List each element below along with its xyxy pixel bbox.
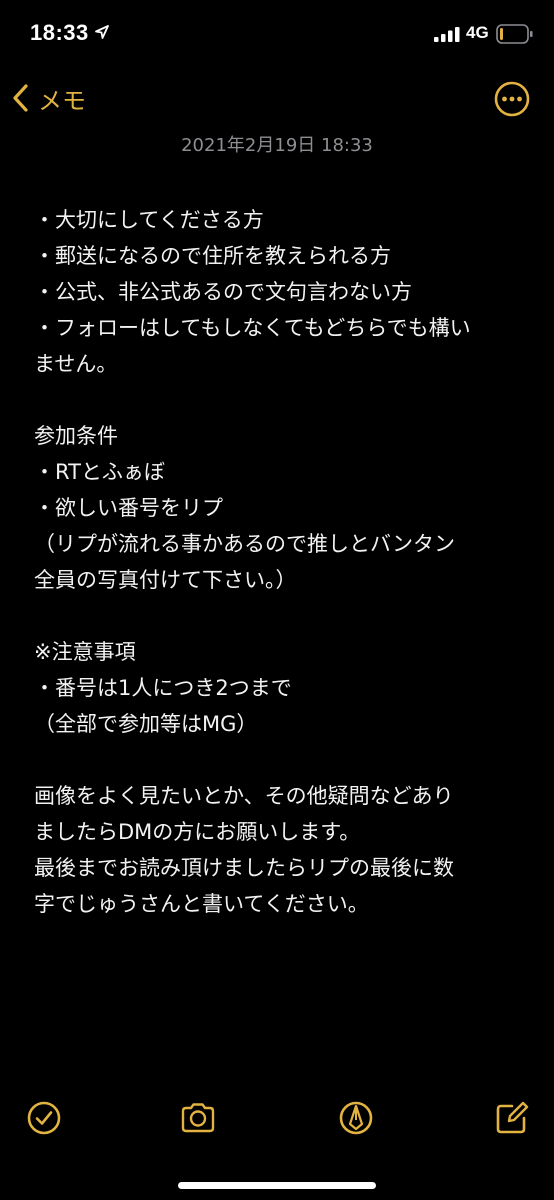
- note-line: ません。: [34, 352, 118, 376]
- status-time: 18:33: [30, 20, 89, 45]
- note-line: 最後までお読み頂けましたらリプの最後に数: [34, 856, 454, 880]
- battery-icon: [496, 24, 533, 44]
- camera-icon[interactable]: [178, 1098, 218, 1138]
- note-line: 参加条件: [34, 424, 118, 448]
- note-line: ましたらDMの方にお願いします。: [34, 820, 361, 844]
- back-button-label: メモ: [38, 86, 86, 115]
- ellipsis-circle-icon[interactable]: [494, 81, 530, 117]
- note-line: ・大切にしてくださる方: [34, 208, 264, 232]
- note-line: ※注意事項: [34, 640, 136, 664]
- note-body[interactable]: ・大切にしてくださる方 ・郵送になるので住所を教えられる方 ・公式、非公式あるの…: [34, 202, 534, 922]
- back-button[interactable]: メモ: [10, 80, 86, 116]
- note-line: （リプが流れる事かあるので推しとバンタン: [34, 532, 456, 556]
- note-blank-line: [34, 598, 534, 634]
- location-arrow-icon: [95, 25, 109, 39]
- status-bar: 18:33 4G: [0, 0, 554, 70]
- note-line: （全部で参加等はMG）: [34, 712, 258, 736]
- note-blank-line: [34, 742, 534, 778]
- note-timestamp: 2021年2月19日 18:33: [181, 135, 373, 156]
- note-line: ・フォローはしてもしなくてもどちらでも構い: [34, 316, 471, 340]
- note-line: 画像をよく見たいとか、その他疑問などあり: [34, 784, 454, 808]
- markup-pen-icon[interactable]: [336, 1098, 376, 1138]
- compose-icon[interactable]: [492, 1098, 532, 1138]
- note-line: ・郵送になるので住所を教えられる方: [34, 244, 391, 268]
- cellular-signal-icon: [434, 27, 460, 42]
- note-line: ・公式、非公式あるので文句言わない方: [34, 280, 412, 304]
- note-line: ・番号は1人につき2つまで: [34, 676, 292, 700]
- note-line: 字でじゅうさんと書いてください。: [34, 892, 369, 916]
- note-blank-line: [34, 382, 534, 418]
- checklist-icon[interactable]: [24, 1098, 64, 1138]
- note-line: 全員の写真付けて下さい。）: [34, 568, 297, 592]
- chevron-left-icon: [13, 84, 28, 112]
- note-line: ・欲しい番号をリプ: [34, 496, 223, 520]
- note-line: ・RTとふぁぼ: [34, 460, 165, 484]
- network-type: 4G: [466, 23, 489, 42]
- home-indicator[interactable]: [178, 1182, 376, 1189]
